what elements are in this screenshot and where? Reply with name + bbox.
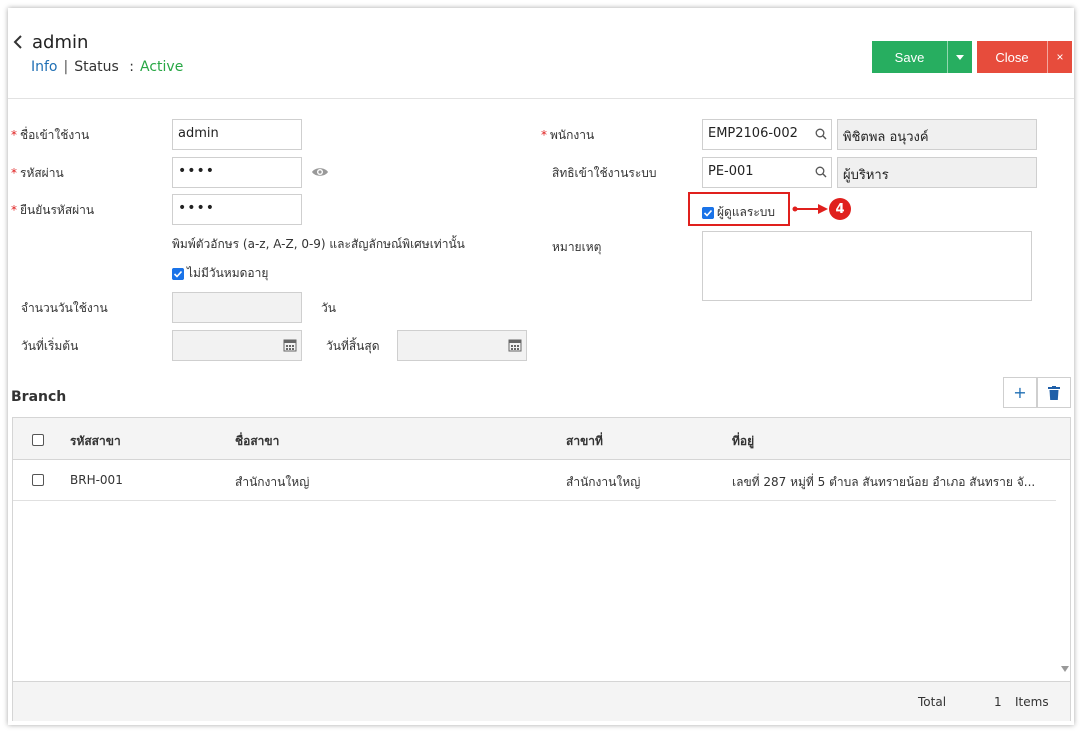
save-button[interactable]: Save <box>872 41 947 73</box>
employee-label: * พนักงาน <box>541 128 595 142</box>
status-badge: Active <box>140 59 184 75</box>
password-label: * รหัสผ่าน <box>11 166 64 180</box>
start-date-label: วันที่เริ่มต้น <box>21 339 79 353</box>
total-count: 1 <box>994 695 1002 709</box>
scroll-down-icon[interactable] <box>1061 666 1069 672</box>
column-header-address[interactable]: ที่อยู่ <box>732 432 754 451</box>
select-all-checkbox[interactable] <box>32 434 44 446</box>
employee-code-input[interactable]: EMP2106-002 <box>702 119 832 150</box>
role-code-input[interactable]: PE-001 <box>702 157 832 188</box>
table-row[interactable]: BRH-001 สำนักงานใหญ่ สำนักงานใหญ่ เลขที่… <box>13 460 1056 501</box>
search-icon[interactable] <box>815 128 827 140</box>
remark-label: หมายเหตุ <box>552 240 602 254</box>
required-mark: * <box>11 128 17 142</box>
no-expiry-checkbox[interactable] <box>172 267 184 280</box>
start-date-input <box>172 330 302 361</box>
caret-down-icon <box>956 54 964 60</box>
search-icon[interactable] <box>815 166 827 178</box>
employee-name-field: พิชิตพล อนุวงค์ <box>837 119 1037 150</box>
delete-branch-button[interactable] <box>1037 377 1071 408</box>
save-dropdown-button[interactable] <box>947 41 972 73</box>
eye-icon[interactable] <box>311 166 329 178</box>
cell-branch-no: สำนักงานใหญ่ <box>566 475 641 489</box>
admin-option[interactable]: ผู้ดูแลระบบ <box>702 203 775 222</box>
cell-address: เลขที่ 287 หมู่ที่ 5 ตำบล สันทรายน้อย อำ… <box>732 475 1036 489</box>
calendar-icon <box>508 339 522 352</box>
role-name-field: ผู้บริหาร <box>837 157 1037 188</box>
days-label: จำนวนวันใช้งาน <box>21 301 108 315</box>
remark-textarea[interactable] <box>702 231 1032 301</box>
column-header-branch-no[interactable]: สาขาที่ <box>566 432 603 451</box>
end-date-input <box>397 330 527 361</box>
items-label: Items <box>1015 695 1049 709</box>
branch-table: รหัสสาขา ชื่อสาขา สาขาที่ ที่อยู่ BRH-00… <box>12 417 1071 721</box>
back-chevron-icon[interactable] <box>12 34 24 50</box>
divider: | <box>63 59 69 75</box>
column-header-code[interactable]: รหัสสาขา <box>70 432 121 451</box>
status-colon: : <box>129 59 135 75</box>
no-expiry-label: ไม่มีวันหมดอายุ <box>187 266 269 280</box>
table-footer: Total 1 Items <box>13 681 1070 721</box>
username-input[interactable]: admin <box>172 119 302 150</box>
trash-icon <box>1048 385 1060 400</box>
role-label: สิทธิเข้าใช้งานระบบ <box>552 166 657 180</box>
close-button[interactable]: Close <box>977 41 1047 73</box>
username-label: * ชื่อเข้าใช้งาน <box>11 128 90 142</box>
cell-name: สำนักงานใหญ่ <box>235 475 310 489</box>
status-label: Status <box>74 59 119 75</box>
employee-code-value: EMP2106-002 <box>708 126 798 141</box>
page-title: admin <box>32 32 89 53</box>
row-checkbox[interactable] <box>32 474 44 486</box>
end-date-label: วันที่สิ้นสุด <box>326 339 380 353</box>
calendar-icon <box>283 339 297 352</box>
info-link[interactable]: Info <box>31 59 58 75</box>
header-divider <box>8 98 1074 99</box>
total-label: Total <box>918 695 947 709</box>
cell-code: BRH-001 <box>70 473 123 487</box>
user-edit-window: admin Info | Status : Active Save Close × *… <box>8 8 1074 725</box>
header-subline: Info | Status : Active <box>31 59 183 75</box>
confirm-password-input[interactable]: •••• <box>172 194 302 225</box>
role-code-value: PE-001 <box>708 164 754 179</box>
no-expiry-option[interactable]: ไม่มีวันหมดอายุ <box>172 264 268 283</box>
close-x-button[interactable]: × <box>1047 41 1072 73</box>
branch-section-title: Branch <box>11 389 67 405</box>
required-mark: * <box>541 128 547 142</box>
password-input[interactable]: •••• <box>172 157 302 188</box>
days-unit: วัน <box>321 301 336 315</box>
required-mark: * <box>11 166 17 180</box>
admin-checkbox[interactable] <box>702 206 714 219</box>
admin-label: ผู้ดูแลระบบ <box>717 205 776 219</box>
days-input <box>172 292 302 323</box>
annotation-arrow-icon <box>792 204 828 214</box>
table-header: รหัสสาขา ชื่อสาขา สาขาที่ ที่อยู่ <box>13 418 1070 460</box>
add-branch-button[interactable]: + <box>1003 377 1037 408</box>
confirm-password-label: * ยืนยันรหัสผ่าน <box>11 203 95 217</box>
column-header-name[interactable]: ชื่อสาขา <box>235 432 279 451</box>
password-hint: พิมพ์ตัวอักษร (a-z, A-Z, 0-9) และสัญลักษ… <box>172 237 465 251</box>
required-mark: * <box>11 203 17 217</box>
annotation-number-badge: 4 <box>829 198 851 220</box>
